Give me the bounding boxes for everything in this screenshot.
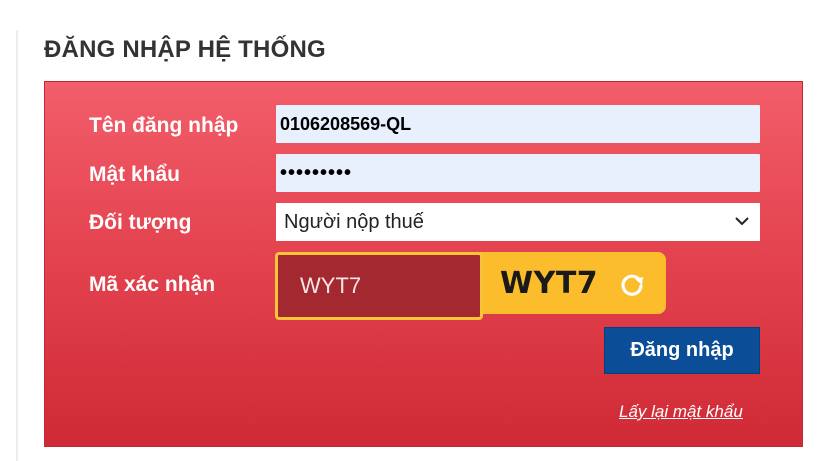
username-label: Tên đăng nhập bbox=[89, 114, 239, 137]
subject-selected-value: Người nộp thuế bbox=[284, 210, 424, 233]
username-input[interactable] bbox=[276, 105, 760, 143]
captcha-image: WYT7 bbox=[480, 252, 666, 314]
captcha-input[interactable]: WYT7 bbox=[275, 252, 483, 320]
subject-select[interactable]: Người nộp thuế bbox=[276, 203, 760, 241]
captcha-label: Mã xác nhận bbox=[89, 273, 216, 296]
subject-label: Đối tượng bbox=[89, 211, 192, 234]
password-input[interactable] bbox=[276, 154, 760, 192]
refresh-icon[interactable] bbox=[618, 270, 646, 298]
captcha-input-value: WYT7 bbox=[300, 273, 362, 298]
login-panel: Tên đăng nhập Mật khẩu Đối tượng Người n… bbox=[44, 81, 803, 447]
chevron-down-icon bbox=[735, 217, 749, 226]
forgot-password-link[interactable]: Lấy lại mật khẩu bbox=[619, 402, 743, 422]
captcha-image-text: WYT7 bbox=[500, 266, 599, 301]
password-label: Mật khẩu bbox=[89, 163, 181, 186]
login-button[interactable]: Đăng nhập bbox=[604, 327, 760, 374]
page-title: ĐĂNG NHẬP HỆ THỐNG bbox=[44, 36, 326, 63]
left-divider bbox=[16, 30, 18, 461]
